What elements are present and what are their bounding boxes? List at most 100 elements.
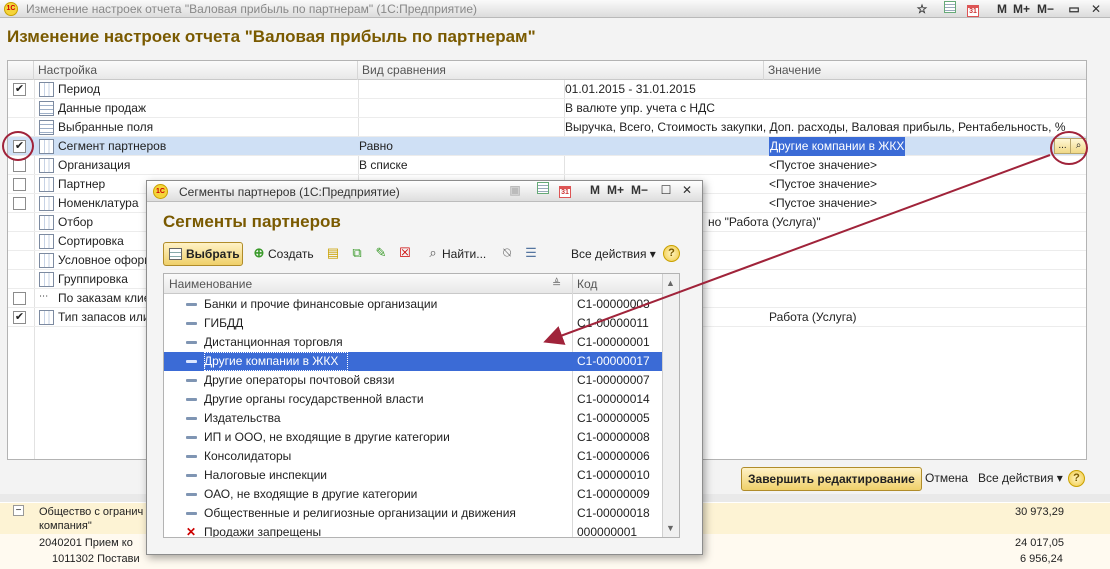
- setting-value[interactable]: Другие компании в ЖКХ: [769, 137, 906, 156]
- setting-value[interactable]: <Пустое значение>: [769, 175, 877, 194]
- list-item[interactable]: Другие органы государственной власти С1-0…: [164, 390, 662, 409]
- setting-checkbox[interactable]: ✔: [13, 311, 26, 324]
- list-icon[interactable]: ☰: [523, 245, 539, 261]
- item-code: 000000001: [577, 525, 638, 538]
- star-icon[interactable]: ☆: [914, 1, 930, 17]
- settings-row[interactable]: ✔ Сегмент партнеров Равно Другие компании в…: [8, 137, 1086, 156]
- deleted-mark-icon: ✕: [186, 525, 197, 538]
- setting-icon: [39, 310, 54, 325]
- select-button[interactable]: Выбрать: [163, 242, 243, 266]
- setting-comparison[interactable]: Равно: [359, 137, 393, 156]
- setting-value[interactable]: Выручка, Всего, Стоимость закупки, Доп. …: [565, 118, 1066, 137]
- scroll-down-icon[interactable]: ▼: [666, 523, 675, 533]
- memory-minus-button[interactable]: M−: [1037, 1, 1054, 17]
- setting-checkbox[interactable]: [13, 197, 26, 210]
- sort-icon[interactable]: ≜: [552, 277, 561, 290]
- list-item[interactable]: ОАО, не входящие в другие категории С1-00…: [164, 485, 662, 504]
- list-item[interactable]: Налоговые инспекции С1-00000010: [164, 466, 662, 485]
- all-actions-menu[interactable]: Все действия ▾: [571, 245, 656, 263]
- item-name: Дистанционная торговля: [204, 335, 343, 349]
- list-item[interactable]: Банки и прочие финансовые организации С1-…: [164, 295, 662, 314]
- setting-value[interactable]: но "Работа (Услуга)": [708, 213, 821, 232]
- list-item[interactable]: Консолидаторы С1-00000006: [164, 447, 662, 466]
- setting-checkbox[interactable]: [13, 159, 26, 172]
- setting-checkbox[interactable]: [13, 178, 26, 191]
- list-item[interactable]: Общественные и религиозные организации и…: [164, 504, 662, 523]
- edit-icon[interactable]: ✎: [373, 245, 389, 261]
- header-value[interactable]: Значение: [764, 61, 1086, 80]
- find-button[interactable]: Найти...: [442, 245, 486, 263]
- list-item[interactable]: ГИБДД С1-00000011: [164, 314, 662, 333]
- memory-button[interactable]: M: [587, 182, 603, 198]
- copy-icon[interactable]: ⧉: [349, 245, 365, 261]
- scrollbar[interactable]: ▲ ▼: [662, 274, 679, 537]
- settings-row[interactable]: Организация В списке <Пустое значение>: [8, 156, 1086, 175]
- setting-icon: [39, 253, 54, 268]
- close-icon[interactable]: ✕: [1088, 1, 1104, 17]
- finish-editing-button[interactable]: Завершить редактирование: [741, 467, 922, 491]
- help-icon[interactable]: ?: [1068, 470, 1085, 487]
- item-name: Другие компании в ЖКХ: [204, 352, 349, 371]
- setting-value[interactable]: <Пустое значение>: [769, 194, 877, 213]
- calendar-icon[interactable]: 31: [557, 182, 573, 198]
- item-name: Общественные и религиозные организации и…: [204, 506, 516, 520]
- cancel-button[interactable]: Отмена: [925, 471, 968, 485]
- item-icon: [186, 512, 197, 515]
- delete-icon[interactable]: ☒: [397, 245, 413, 261]
- item-code: С1-00000006: [577, 449, 650, 463]
- setting-label: Отбор: [58, 215, 94, 229]
- minimize-icon[interactable]: ▭: [1066, 1, 1082, 17]
- annotation-ring-choice: [1050, 131, 1088, 165]
- header-code[interactable]: Код: [572, 274, 597, 294]
- calendar-icon[interactable]: 31: [965, 1, 981, 17]
- memory-minus-button[interactable]: M−: [631, 182, 648, 198]
- memory-plus-button[interactable]: M+: [607, 182, 624, 198]
- item-icon: [186, 436, 197, 439]
- setting-value[interactable]: <Пустое значение>: [769, 156, 877, 175]
- setting-checkbox[interactable]: ✔: [13, 83, 26, 96]
- list-item[interactable]: ИП и ООО, не входящие в другие категории…: [164, 428, 662, 447]
- item-icon: [186, 341, 197, 344]
- create-icon[interactable]: ⊕: [251, 245, 267, 261]
- save-icon[interactable]: ▣: [507, 182, 523, 198]
- settings-row[interactable]: Данные продаж В валюте упр. учета с НДС: [8, 99, 1086, 118]
- calculator-icon[interactable]: [942, 1, 958, 17]
- memory-plus-button[interactable]: M+: [1013, 1, 1030, 17]
- header-setting[interactable]: Настройка: [34, 61, 358, 80]
- list-item[interactable]: Другие операторы почтовой связи С1-000000…: [164, 371, 662, 390]
- header-comparison[interactable]: Вид сравнения: [358, 61, 764, 80]
- list-item[interactable]: ✕ Продажи запрещены 000000001: [164, 523, 662, 538]
- list-item[interactable]: Издательства С1-00000005: [164, 409, 662, 428]
- settings-row[interactable]: Выбранные поля Выручка, Всего, Стоимость …: [8, 118, 1086, 137]
- memory-button[interactable]: M: [994, 1, 1010, 17]
- collapse-icon[interactable]: −: [13, 505, 24, 516]
- scroll-up-icon[interactable]: ▲: [666, 278, 675, 288]
- segments-table[interactable]: Наименование ≜ Код Банки и прочие финанс…: [163, 273, 680, 538]
- list-item[interactable]: Дистанционная торговля С1-00000001: [164, 333, 662, 352]
- close-icon[interactable]: ✕: [679, 182, 695, 198]
- add-group-icon[interactable]: ▤: [325, 245, 341, 261]
- setting-value[interactable]: Работа (Услуга): [769, 308, 857, 327]
- setting-label: Данные продаж: [58, 101, 146, 115]
- item-icon: [186, 398, 197, 401]
- setting-label: Партнер: [58, 177, 106, 191]
- setting-checkbox[interactable]: [13, 292, 26, 305]
- list-item[interactable]: Другие компании в ЖКХ С1-00000017: [164, 352, 662, 371]
- window-title: Изменение настроек отчета "Валовая прибы…: [26, 2, 478, 16]
- item-icon: [186, 360, 197, 363]
- setting-icon: [39, 290, 54, 306]
- help-icon[interactable]: ?: [663, 245, 680, 262]
- calculator-icon[interactable]: [535, 182, 551, 198]
- header-name[interactable]: Наименование: [164, 274, 252, 294]
- setting-value[interactable]: 01.01.2015 - 31.01.2015: [565, 80, 696, 99]
- search-icon[interactable]: ⌕: [425, 245, 441, 261]
- create-button[interactable]: Создать: [268, 245, 314, 263]
- item-code: С1-00000007: [577, 373, 650, 387]
- cancel-search-icon[interactable]: ⍉: [499, 245, 515, 261]
- setting-comparison[interactable]: В списке: [359, 156, 408, 175]
- item-name: ИП и ООО, не входящие в другие категории: [204, 430, 450, 444]
- restore-icon[interactable]: ☐: [658, 182, 674, 198]
- settings-row[interactable]: ✔ Период 01.01.2015 - 31.01.2015: [8, 80, 1086, 99]
- all-actions-menu[interactable]: Все действия ▾: [978, 471, 1063, 485]
- setting-value[interactable]: В валюте упр. учета с НДС: [565, 99, 715, 118]
